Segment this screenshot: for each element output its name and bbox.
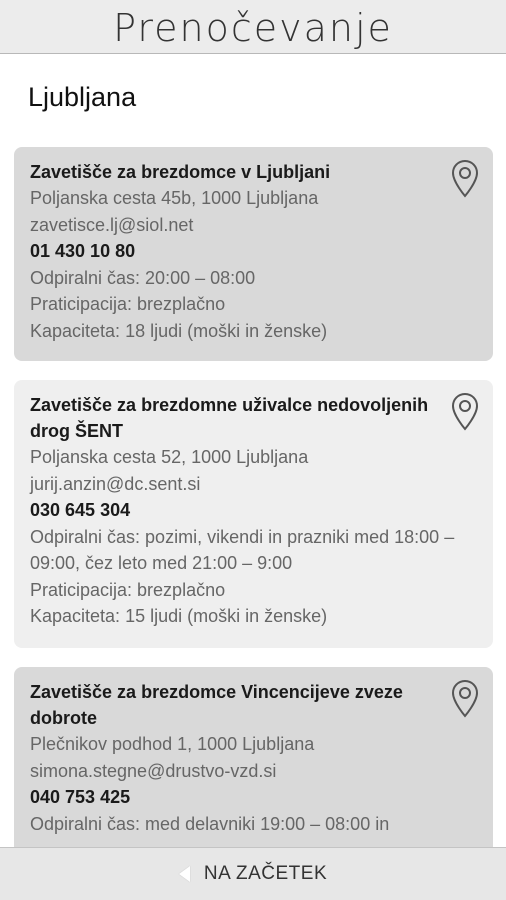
map-pin-icon[interactable] <box>451 159 479 199</box>
shelter-hours: Odpiralni čas: pozimi, vikendi in prazni… <box>30 526 455 574</box>
shelter-phone[interactable]: 030 645 304 <box>30 497 477 524</box>
app-screen: Prenočevanje Ljubljana Zavetišče za brez… <box>0 0 506 900</box>
page-title: Prenočevanje <box>113 5 393 50</box>
shelter-participation: Praticipacija: brezplačno <box>30 579 226 600</box>
shelter-hours: Odpiralni čas: med delavniki 19:00 – 08:… <box>30 813 390 834</box>
shelter-email[interactable]: jurij.anzin@dc.sent.si <box>30 471 477 498</box>
map-pin-icon[interactable] <box>451 392 479 432</box>
shelter-address: Poljanska cesta 45b, 1000 Ljubljana <box>30 188 319 208</box>
city-heading: Ljubljana <box>28 82 137 112</box>
shelter-capacity: Kapaciteta: 18 ljudi (moški in ženske) <box>30 320 328 341</box>
back-to-start-label: NA ZAČETEK <box>203 863 328 884</box>
app-header: Prenočevanje <box>0 0 506 54</box>
shelter-email[interactable]: simona.stegne@drustvo-vzd.si <box>30 758 477 785</box>
shelter-name: Zavetišče za brezdomne uživalce nedovolj… <box>30 395 429 441</box>
shelter-card[interactable]: Zavetišče za brezdomne uživalce nedovolj… <box>14 380 493 648</box>
shelter-phone[interactable]: 040 753 425 <box>30 784 477 811</box>
back-arrow-icon <box>178 866 190 882</box>
shelter-name: Zavetišče za brezdomce Vincencijeve zvez… <box>30 682 403 728</box>
back-to-start-button[interactable]: NA ZAČETEK <box>178 863 328 885</box>
shelter-capacity: Kapaciteta: 15 ljudi (moški in ženske) <box>30 606 328 626</box>
shelter-address: Poljanska cesta 52, 1000 Ljubljana <box>30 447 309 467</box>
shelter-card[interactable]: Zavetišče za brezdomce v Ljubljani Polja… <box>14 147 493 361</box>
shelter-hours: Odpiralni čas: 20:00 – 08:00 <box>30 267 256 288</box>
shelter-card[interactable]: Zavetišče za brezdomce Vincencijeve zvez… <box>14 667 493 867</box>
shelter-participation: Praticipacija: brezplačno <box>30 294 226 314</box>
shelter-phone[interactable]: 01 430 10 80 <box>30 238 477 265</box>
bottom-bar: NA ZAČETEK <box>0 847 506 900</box>
shelter-email[interactable]: zavetisce.lj@siol.net <box>30 212 477 239</box>
shelter-address: Plečnikov podhod 1, 1000 Ljubljana <box>30 734 315 754</box>
map-pin-icon[interactable] <box>451 679 479 719</box>
shelter-name: Zavetišče za brezdomce v Ljubljani <box>30 162 331 182</box>
